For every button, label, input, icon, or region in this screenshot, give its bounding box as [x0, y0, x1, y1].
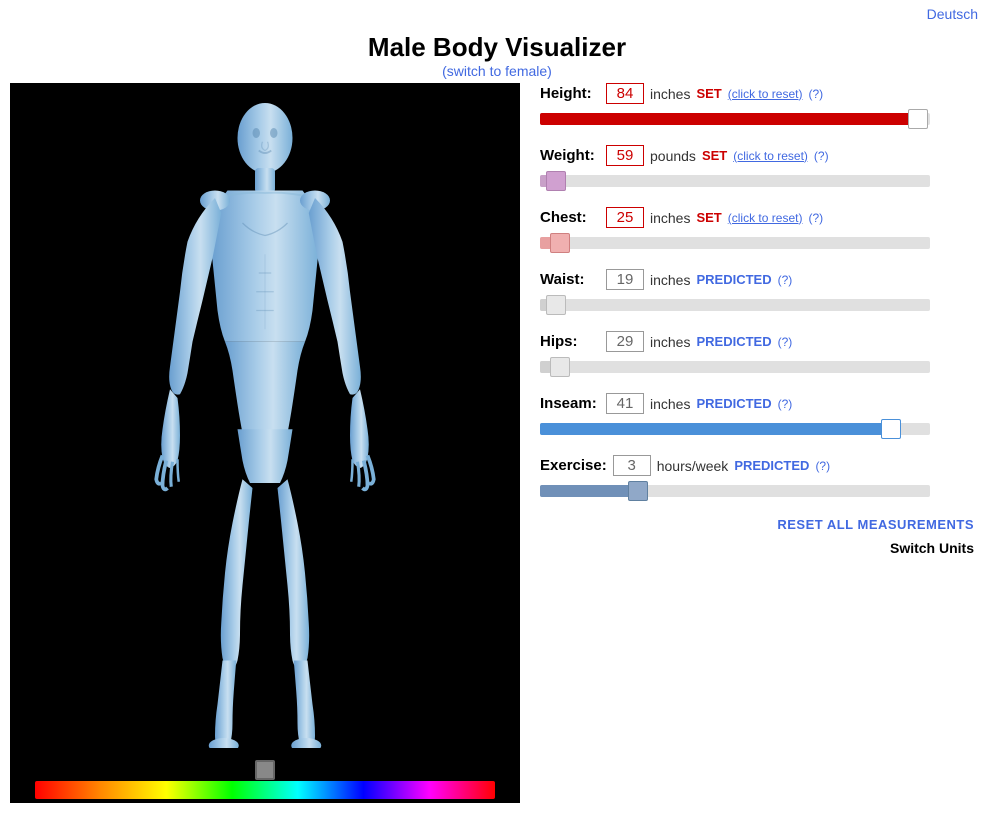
height-value[interactable]: 84	[606, 83, 644, 104]
exercise-fill	[540, 485, 638, 497]
height-help[interactable]: (?)	[808, 87, 823, 101]
exercise-help[interactable]: (?)	[815, 459, 830, 473]
hips-help[interactable]: (?)	[778, 335, 793, 349]
chest-track	[540, 237, 930, 249]
bottom-actions: RESET ALL MEASUREMENTS Switch Units	[540, 517, 974, 556]
exercise-unit: hours/week	[657, 458, 729, 474]
waist-value[interactable]: 19	[606, 269, 644, 290]
color-bar[interactable]	[35, 781, 495, 799]
height-label-row: Height: 84 inches SET (click to reset) (…	[540, 83, 974, 104]
waist-track	[540, 299, 930, 311]
weight-value[interactable]: 59	[606, 145, 644, 166]
waist-status: PREDICTED	[696, 272, 771, 287]
chest-value[interactable]: 25	[606, 207, 644, 228]
chest-help[interactable]: (?)	[808, 211, 823, 225]
height-unit: inches	[650, 86, 690, 102]
controls-panel: Height: 84 inches SET (click to reset) (…	[520, 83, 984, 556]
waist-row: Waist: 19 inches PREDICTED (?)	[540, 269, 974, 315]
height-fill	[540, 113, 918, 125]
language-link[interactable]: Deutsch	[927, 6, 978, 22]
inseam-label: Inseam:	[540, 395, 600, 412]
inseam-thumb[interactable]	[881, 419, 901, 439]
body-visualizer	[10, 83, 520, 803]
waist-thumb[interactable]	[546, 295, 566, 315]
inseam-status: PREDICTED	[696, 396, 771, 411]
weight-label: Weight:	[540, 147, 600, 164]
height-track	[540, 113, 930, 125]
body-svg	[105, 98, 425, 748]
inseam-value[interactable]: 41	[606, 393, 644, 414]
switch-units-button[interactable]: Switch Units	[890, 540, 974, 556]
weight-label-row: Weight: 59 pounds SET (click to reset) (…	[540, 145, 974, 166]
header: Male Body Visualizer (switch to female)	[0, 22, 994, 83]
chest-thumb[interactable]	[550, 233, 570, 253]
inseam-row: Inseam: 41 inches PREDICTED (?)	[540, 393, 974, 439]
chest-label-row: Chest: 25 inches SET (click to reset) (?…	[540, 207, 974, 228]
height-row: Height: 84 inches SET (click to reset) (…	[540, 83, 974, 129]
waist-help[interactable]: (?)	[778, 273, 793, 287]
weight-unit: pounds	[650, 148, 696, 164]
hips-thumb[interactable]	[550, 357, 570, 377]
exercise-thumb[interactable]	[628, 481, 648, 501]
hips-slider[interactable]	[540, 357, 930, 377]
hips-unit: inches	[650, 334, 690, 350]
height-slider[interactable]	[540, 109, 930, 129]
inseam-slider[interactable]	[540, 419, 930, 439]
exercise-status: PREDICTED	[734, 458, 809, 473]
inseam-unit: inches	[650, 396, 690, 412]
color-bar-thumb[interactable]	[255, 760, 275, 780]
weight-thumb[interactable]	[546, 171, 566, 191]
main-content: Height: 84 inches SET (click to reset) (…	[0, 83, 994, 813]
hips-label: Hips:	[540, 333, 600, 350]
waist-slider[interactable]	[540, 295, 930, 315]
chest-label: Chest:	[540, 209, 600, 226]
waist-label: Waist:	[540, 271, 600, 288]
weight-slider[interactable]	[540, 171, 930, 191]
weight-status: SET	[702, 148, 727, 163]
weight-row: Weight: 59 pounds SET (click to reset) (…	[540, 145, 974, 191]
height-status: SET	[696, 86, 721, 101]
page-title: Male Body Visualizer	[0, 32, 994, 63]
chest-row: Chest: 25 inches SET (click to reset) (?…	[540, 207, 974, 253]
top-bar: Deutsch	[0, 0, 994, 22]
chest-unit: inches	[650, 210, 690, 226]
waist-label-row: Waist: 19 inches PREDICTED (?)	[540, 269, 974, 290]
exercise-slider[interactable]	[540, 481, 930, 501]
inseam-help[interactable]: (?)	[778, 397, 793, 411]
exercise-row: Exercise: 3 hours/week PREDICTED (?)	[540, 455, 974, 501]
reset-all-button[interactable]: RESET ALL MEASUREMENTS	[777, 517, 974, 532]
chest-reset[interactable]: (click to reset)	[728, 211, 803, 225]
height-label: Height:	[540, 85, 600, 102]
switch-gender-link[interactable]: (switch to female)	[442, 63, 552, 79]
color-bar-area	[10, 781, 520, 799]
hips-track	[540, 361, 930, 373]
hips-label-row: Hips: 29 inches PREDICTED (?)	[540, 331, 974, 352]
inseam-track	[540, 423, 930, 435]
weight-reset[interactable]: (click to reset)	[733, 149, 808, 163]
color-bar-wrapper	[35, 781, 495, 799]
hips-value[interactable]: 29	[606, 331, 644, 352]
chest-status: SET	[696, 210, 721, 225]
inseam-fill	[540, 423, 891, 435]
weight-help[interactable]: (?)	[814, 149, 829, 163]
exercise-label-row: Exercise: 3 hours/week PREDICTED (?)	[540, 455, 974, 476]
weight-track	[540, 175, 930, 187]
height-thumb[interactable]	[908, 109, 928, 129]
hips-row: Hips: 29 inches PREDICTED (?)	[540, 331, 974, 377]
waist-unit: inches	[650, 272, 690, 288]
chest-slider[interactable]	[540, 233, 930, 253]
exercise-label: Exercise:	[540, 457, 607, 474]
hips-status: PREDICTED	[696, 334, 771, 349]
body-figure	[10, 83, 520, 763]
height-reset[interactable]: (click to reset)	[728, 87, 803, 101]
inseam-label-row: Inseam: 41 inches PREDICTED (?)	[540, 393, 974, 414]
exercise-value[interactable]: 3	[613, 455, 651, 476]
exercise-track	[540, 485, 930, 497]
